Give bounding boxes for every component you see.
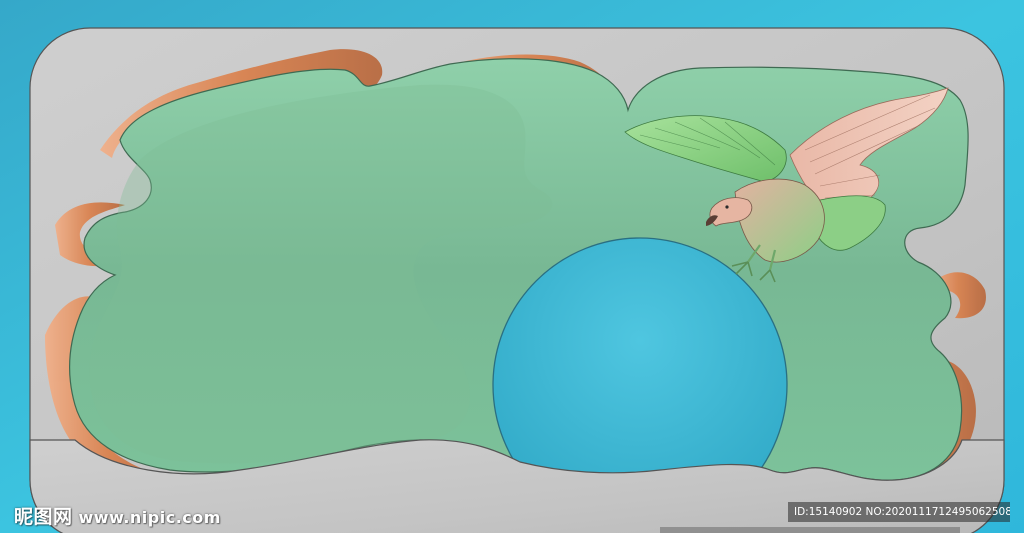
eagle-carving-artwork [0,0,1024,533]
cropped-caption-strip [660,527,960,533]
carving-canvas: 昵图网 www.nipic.com ID:15140902 NO:20201117… [0,0,1024,533]
image-id-watermark: ID:15140902 NO:20201117124950625085 [788,502,1010,522]
site-name-cn: 昵图网 [14,506,73,528]
site-url: www.nipic.com [78,508,221,527]
site-watermark: 昵图网 www.nipic.com [14,502,221,529]
